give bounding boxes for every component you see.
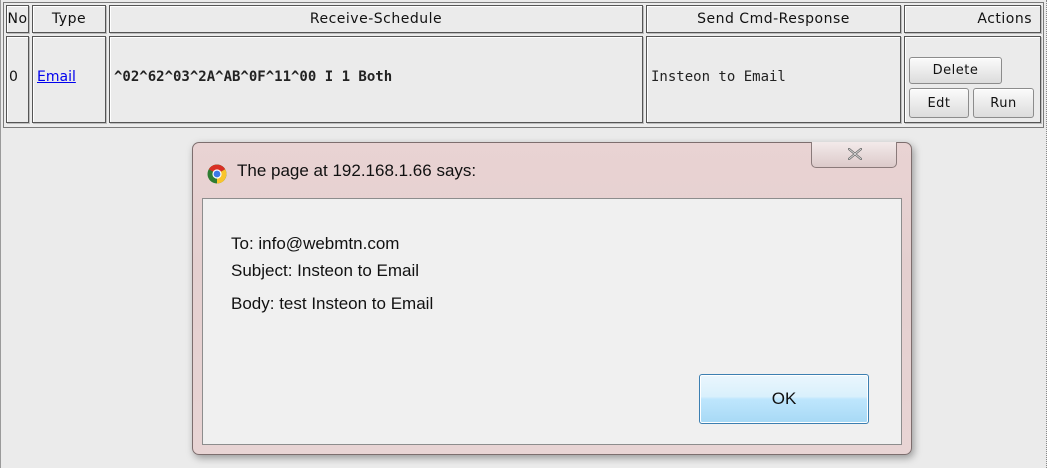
message-body: Body: test Insteon to Email: [231, 294, 434, 313]
page: No Type Receive-Schedule Send Cmd-Respon…: [0, 0, 1047, 468]
header-actions: Actions: [904, 5, 1041, 33]
ok-button[interactable]: OK: [699, 374, 869, 424]
row-send-cmd-response: Insteon to Email: [646, 36, 901, 123]
run-button[interactable]: Run: [973, 88, 1034, 118]
chrome-icon: [207, 164, 227, 184]
commands-table: No Type Receive-Schedule Send Cmd-Respon…: [3, 2, 1044, 128]
email-type-link[interactable]: Email: [37, 69, 76, 85]
row-receive-schedule: ^02^62^03^2A^AB^0F^11^00 I 1 Both: [109, 36, 643, 123]
message-to: To: info@webmtn.com: [231, 234, 400, 253]
close-button[interactable]: [811, 142, 897, 168]
header-type: Type: [32, 5, 106, 33]
header-no: No: [6, 5, 29, 33]
row-actions: Delete Edt Run: [904, 36, 1041, 123]
row-type-cell: Email: [32, 36, 106, 123]
header-receive-schedule: Receive-Schedule: [109, 5, 643, 33]
header-send-cmd-response: Send Cmd-Response: [646, 5, 901, 33]
close-icon: [848, 148, 862, 160]
delete-button[interactable]: Delete: [909, 57, 1002, 84]
dialog-titlebar[interactable]: The page at 192.168.1.66 says:: [193, 142, 911, 199]
alert-dialog: The page at 192.168.1.66 says: To: info@…: [192, 142, 912, 455]
dialog-title: The page at 192.168.1.66 says:: [237, 161, 477, 180]
row-no: 0: [6, 36, 29, 123]
edit-button[interactable]: Edt: [909, 88, 969, 118]
dialog-content: To: info@webmtn.com Subject: Insteon to …: [202, 198, 902, 445]
message-subject: Subject: Insteon to Email: [231, 261, 420, 280]
